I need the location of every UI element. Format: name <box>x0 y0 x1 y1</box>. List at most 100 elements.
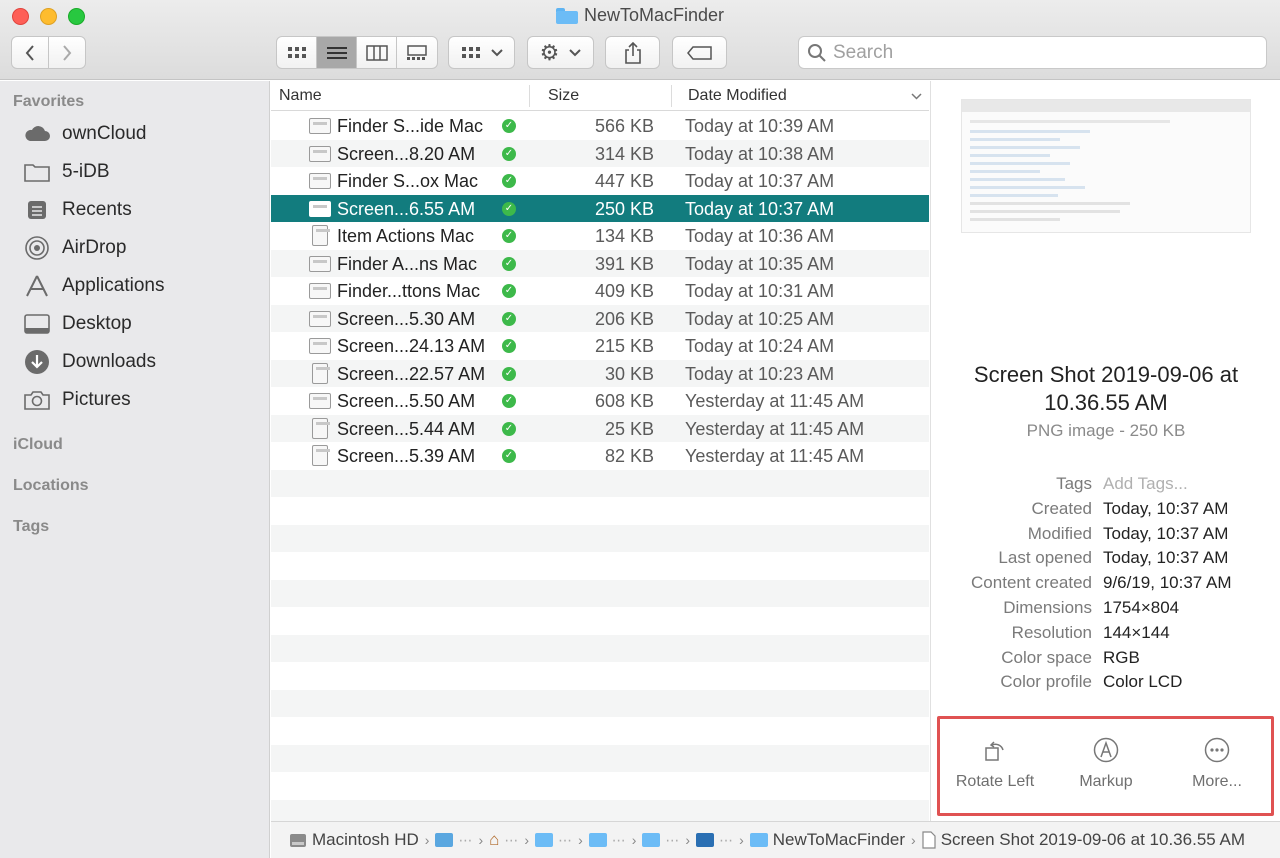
gallery-view-icon <box>406 44 427 60</box>
sidebar-item-label: Desktop <box>62 313 132 334</box>
table-row[interactable]: Finder S...ide Mac ✓ 566 KB Today at 10:39 … <box>271 112 929 140</box>
row-stripe <box>271 634 929 662</box>
path-item-folder[interactable]: ⋯ <box>642 832 679 849</box>
file-name: Item Actions Mac <box>337 226 475 246</box>
path-item-idb[interactable]: ⋯ <box>696 832 733 849</box>
metadata-row: Content created 9/6/19, 10:37 AM <box>931 573 1280 597</box>
edit-tags-button[interactable] <box>672 36 727 69</box>
table-row[interactable]: Screen...22.57 AM ✓ 30 KB Today at 10:23 AM <box>271 360 929 388</box>
file-date-modified: Today at 10:38 AM <box>685 143 835 164</box>
table-row[interactable]: Screen...5.30 AM ✓ 206 KB Today at 10:25 AM <box>271 305 929 333</box>
table-row[interactable]: Finder S...ox Mac ✓ 447 KB Today at 10:37 A… <box>271 167 929 195</box>
metadata-key: Last opened <box>998 548 1092 568</box>
view-mode-control <box>276 36 438 69</box>
window-title: NewToMacFinder <box>0 5 1280 26</box>
sidebar-item-downloads[interactable]: Downloads <box>22 345 262 379</box>
sync-status-icon: ✓ <box>502 366 516 381</box>
folder-icon <box>535 833 554 847</box>
metadata-value: 1754×804 <box>1103 598 1180 617</box>
chevron-down-icon <box>569 48 582 56</box>
image-file-icon <box>312 362 330 384</box>
metadata-value: Today, 10:37 AM <box>1103 498 1229 518</box>
forward-button[interactable] <box>49 37 86 68</box>
table-row[interactable]: Finder...ttons Mac ✓ 409 KB Today at 10:31 … <box>271 277 929 305</box>
chevron-left-icon <box>25 44 34 61</box>
path-separator-icon: › <box>911 832 916 848</box>
file-size: 314 KB <box>594 143 654 164</box>
group-by-button[interactable] <box>448 36 515 69</box>
row-stripe <box>271 662 929 690</box>
search-icon <box>808 43 826 62</box>
file-size: 566 KB <box>594 116 654 136</box>
favorites-header[interactable]: Favorites <box>13 93 84 111</box>
preview-thumbnail[interactable] <box>961 99 1251 233</box>
chevron-down-icon[interactable] <box>911 93 922 100</box>
search-field[interactable] <box>798 36 1267 69</box>
column-divider[interactable] <box>529 85 530 107</box>
markup-button[interactable]: Markup <box>1051 737 1161 791</box>
column-divider[interactable] <box>671 85 672 107</box>
more-icon <box>1204 737 1230 763</box>
file-name: Finder S...ide Mac <box>337 116 484 136</box>
image-file-icon <box>309 200 331 217</box>
file-name: Finder...ttons Mac <box>337 281 481 301</box>
column-view-button[interactable] <box>357 37 397 68</box>
path-item-file[interactable]: Screen Shot 2019-09-06 at 10.36.55 AM <box>922 830 1245 850</box>
list-view-icon <box>326 46 347 59</box>
more-actions-button[interactable]: More... <box>1162 737 1272 791</box>
table-row[interactable]: Screen...8.20 AM ✓ 314 KB Today at 10:38 AM <box>271 140 929 168</box>
path-separator-icon: › <box>578 832 583 848</box>
sidebar-item-recents[interactable]: Recents <box>22 193 262 227</box>
icon-view-button[interactable] <box>277 37 317 68</box>
table-row[interactable]: Finder A...ns Mac ✓ 391 KB Today at 10:35 A… <box>271 250 929 278</box>
column-header-size[interactable]: Size <box>548 87 579 105</box>
sidebar-item-pictures[interactable]: Pictures <box>22 383 262 417</box>
table-row[interactable]: Screen...6.55 AM ✓ 250 KB Today at 10:37 AM <box>271 194 929 222</box>
table-row[interactable]: Screen...5.50 AM ✓ 608 KB Yesterday at 11:4… <box>271 387 929 415</box>
add-tags-field[interactable]: Add Tags... <box>1103 474 1188 494</box>
table-row[interactable]: Item Actions Mac ✓ 134 KB Today at 10:36 AM <box>271 222 929 250</box>
file-size: 30 KB <box>604 363 654 384</box>
tags-header[interactable]: Tags <box>13 518 49 536</box>
table-row[interactable]: Screen...5.39 AM ✓ 82 KB Yesterday at 11:45… <box>271 442 929 470</box>
path-item-current-folder[interactable]: NewToMacFinder <box>749 830 905 850</box>
icloud-header[interactable]: iCloud <box>13 436 63 454</box>
chevron-down-icon <box>490 48 503 56</box>
path-item-root[interactable]: Macintosh HD <box>289 830 419 850</box>
file-date-modified: Today at 10:37 AM <box>685 198 835 219</box>
gallery-view-button[interactable] <box>397 37 437 68</box>
column-header-date-modified[interactable]: Date Modified <box>688 87 787 105</box>
file-list: Name Size Date Modified Finder S...ide M… <box>271 81 929 827</box>
desktop-icon <box>22 311 52 337</box>
path-item-folder[interactable]: ⋯ <box>588 832 626 849</box>
path-item-folder[interactable]: ⋯ <box>535 832 572 849</box>
table-row[interactable]: Screen...24.13 AM ✓ 215 KB Today at 10:24 A… <box>271 332 929 360</box>
sidebar-item-applications[interactable]: Applications <box>22 269 262 303</box>
preview-pane: Screen Shot 2019-09-06 at 10.36.55 AM PN… <box>930 81 1280 821</box>
rotate-left-button[interactable]: Rotate Left <box>940 737 1050 791</box>
sidebar-item-5-idb[interactable]: 5-iDB <box>22 155 262 189</box>
file-size: 134 KB <box>594 226 654 246</box>
image-file-icon <box>309 173 331 189</box>
sync-status-icon: ✓ <box>502 311 516 326</box>
sidebar-item-desktop[interactable]: Desktop <box>22 307 262 341</box>
path-item-user[interactable]: ⋯ <box>435 832 472 849</box>
back-button[interactable] <box>12 37 49 68</box>
image-file-icon <box>309 283 331 299</box>
search-input[interactable] <box>833 41 1253 64</box>
sidebar-item-airdrop[interactable]: AirDrop <box>22 231 262 265</box>
window-title-text: NewToMacFinder <box>583 5 725 25</box>
share-button[interactable] <box>605 36 660 69</box>
table-row[interactable]: Screen...5.44 AM ✓ 25 KB Yesterday at 11:45… <box>271 415 929 443</box>
image-file-icon <box>309 118 331 134</box>
locations-header[interactable]: Locations <box>13 477 89 495</box>
list-view-button[interactable] <box>317 37 357 68</box>
image-file-icon <box>312 225 330 246</box>
column-header-name[interactable]: Name <box>279 87 322 105</box>
action-menu-button[interactable]: ⚙ <box>527 36 594 69</box>
sidebar-item-owncloud[interactable]: ownCloud <box>22 117 262 151</box>
sync-status-icon: ✓ <box>502 449 516 463</box>
path-item-home[interactable]: ⌂ ⋯ <box>489 830 518 850</box>
path-separator-icon: › <box>739 832 744 848</box>
metadata-key: Dimensions <box>1003 598 1092 617</box>
